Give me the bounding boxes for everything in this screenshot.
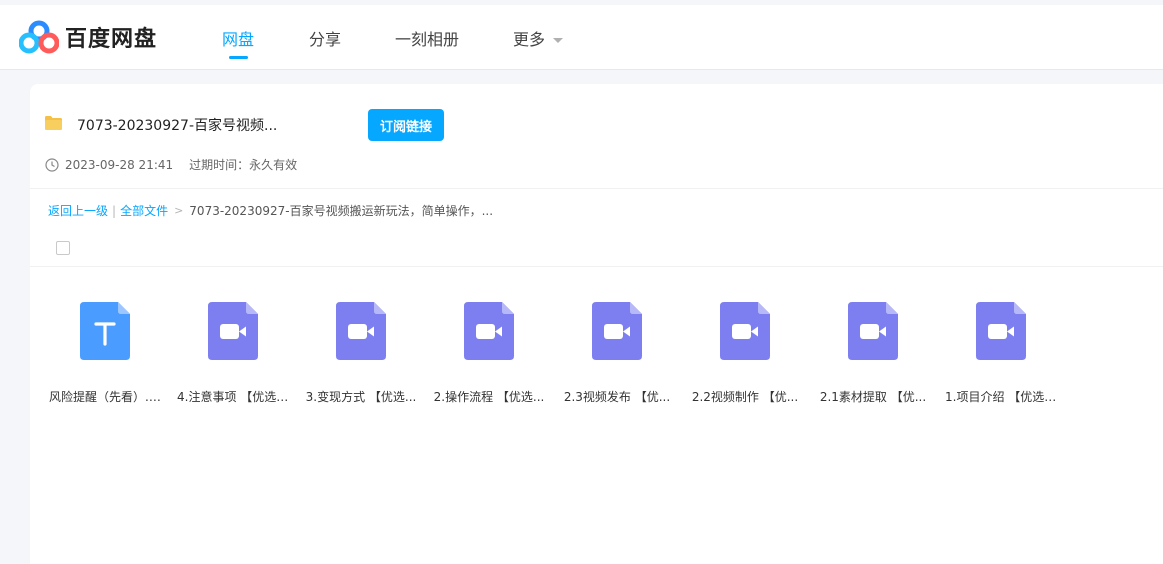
file-item[interactable]: 1.项目介绍 【优选 ... (941, 302, 1061, 405)
file-item[interactable]: 2.2视频制作 【优... (685, 302, 805, 405)
file-name: 1.项目介绍 【优选 ... (945, 390, 1060, 404)
share-content-card: 7073-20230927-百家号视频... 订阅链接 2023-09-28 2… (30, 84, 1163, 564)
nav-tab-more[interactable]: 更多 (513, 26, 564, 50)
file-name: 风险提醒（先看）.txt (49, 390, 165, 404)
folder-icon (45, 116, 62, 130)
file-name: 4.注意事项 【优选 ... (177, 390, 292, 404)
breadcrumb-back-link[interactable]: 返回上一级 (48, 202, 108, 219)
video-file-icon (848, 302, 898, 360)
divider (30, 188, 1163, 189)
subscribe-link-button[interactable]: 订阅链接 (368, 109, 444, 141)
breadcrumb-separator: | (112, 203, 117, 218)
top-navigation-bar: 百度网盘 网盘 分享 一刻相册 更多 (0, 0, 1163, 70)
video-file-icon (720, 302, 770, 360)
chevron-down-icon (553, 38, 564, 43)
breadcrumb: 返回上一级 | 全部文件 > 7073-20230927-百家号视频搬运新玩法，… (48, 202, 493, 219)
video-file-icon (336, 302, 386, 360)
text-file-icon (80, 302, 130, 360)
file-item[interactable]: 2.3视频发布 【优... (557, 302, 677, 405)
file-item[interactable]: 2.1素材提取 【优... (813, 302, 933, 405)
file-item[interactable]: 4.注意事项 【优选 ... (173, 302, 293, 405)
video-file-icon (208, 302, 258, 360)
file-item[interactable]: 风险提醒（先看）.txt (45, 302, 165, 405)
brand-name: 百度网盘 (65, 27, 158, 52)
file-name: 2.2视频制作 【优... (691, 390, 799, 404)
nav-tab-album[interactable]: 一刻相册 (395, 26, 459, 50)
share-title: 7073-20230927-百家号视频... (77, 118, 278, 134)
brand-logo[interactable]: 百度网盘 (19, 20, 157, 54)
baidu-netdisk-logo-icon (19, 20, 59, 54)
file-name: 2.3视频发布 【优... (563, 390, 671, 404)
expire-time: 过期时间：永久有效 (189, 158, 298, 172)
file-name: 2.1素材提取 【优... (819, 390, 927, 404)
video-file-icon (976, 302, 1026, 360)
clock-icon (45, 157, 59, 172)
breadcrumb-current-folder: 7073-20230927-百家号视频搬运新玩法，简单操作，... (189, 204, 494, 218)
select-all-checkbox[interactable] (56, 241, 70, 255)
nav-tab-netdisk[interactable]: 网盘 (222, 26, 254, 50)
video-file-icon (592, 302, 642, 360)
file-name: 3.变现方式 【优选... (305, 390, 417, 404)
file-name: 2.操作流程 【优选... (433, 390, 545, 404)
active-tab-indicator (229, 56, 248, 59)
breadcrumb-all-files-link[interactable]: 全部文件 (120, 202, 168, 219)
divider (30, 266, 1163, 267)
share-date: 2023-09-28 21:41 (65, 157, 174, 172)
video-file-icon (464, 302, 514, 360)
share-meta: 2023-09-28 21:41 过期时间：永久有效 (45, 156, 297, 173)
nav-more-label: 更多 (513, 30, 546, 49)
file-item[interactable]: 2.操作流程 【优选... (429, 302, 549, 405)
file-item[interactable]: 3.变现方式 【优选... (301, 302, 421, 405)
nav-tab-share[interactable]: 分享 (309, 26, 341, 50)
breadcrumb-arrow: > (174, 204, 184, 217)
